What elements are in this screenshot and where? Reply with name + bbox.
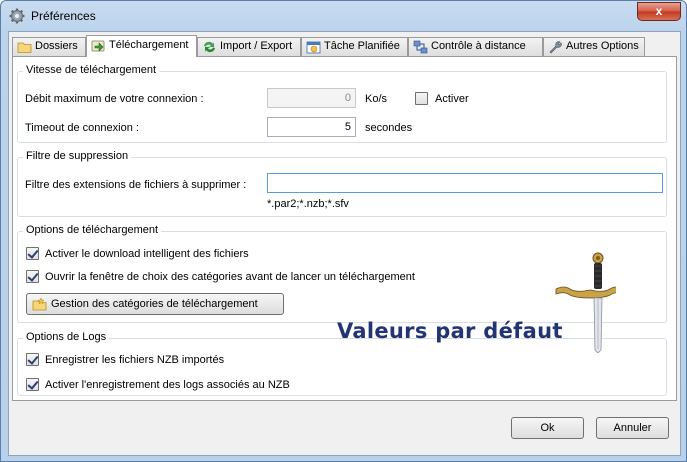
manage-categories-label: Gestion des catégories de téléchargement [51,298,258,310]
calendar-icon [306,41,321,54]
import-export-icon [204,41,215,53]
max-speed-input[interactable] [267,88,356,108]
tab-label: Tâche Planifiée [324,40,400,52]
timeout-label: Timeout de connexion : [25,122,139,134]
dialog-client-area: Dossiers Téléchargement Import / Export [8,31,681,456]
filter-group: Filtre de suppression Filtre des extensi… [17,150,667,217]
tab-dossiers[interactable]: Dossiers [12,37,86,56]
close-button[interactable]: x [637,2,681,21]
tab-label: Import / Export [220,40,293,52]
tab-import-export[interactable]: Import / Export [197,37,301,56]
network-icon [413,40,428,54]
preferences-window: Préférences x Dossiers Téléchargement Im… [0,0,687,462]
timeout-unit: secondes [365,122,413,134]
default-values-caption: Valeurs par défaut [337,319,563,343]
group-title: Vitesse de téléchargement [23,64,160,76]
tab-label: Contrôle à distance [431,40,526,52]
tab-autres-options[interactable]: Autres Options [543,37,645,56]
manage-categories-button[interactable]: Gestion des catégories de téléchargement [26,293,284,315]
group-title: Options de téléchargement [23,224,162,236]
cancel-button[interactable]: Annuler [596,417,669,439]
filter-label: Filtre des extensions de fichiers à supp… [25,179,247,191]
activate-checkbox[interactable] [415,92,428,105]
group-title: Options de Logs [23,331,110,343]
smart-download-label: Activer le download intelligent des fich… [45,248,249,260]
sword-icon [555,252,616,353]
title-bar[interactable]: Préférences x [1,1,686,31]
wrench-icon [549,41,562,54]
tab-label: Dossiers [35,40,78,52]
download-icon [91,40,105,52]
speed-group: Vitesse de téléchargement Débit maximum … [17,64,667,143]
group-title: Filtre de suppression [23,150,132,162]
enable-logs-label: Activer l'enregistrement des logs associ… [45,379,290,391]
settings-gear-icon [9,8,25,24]
max-speed-label: Débit maximum de votre connexion : [25,93,204,105]
folder-icon [17,42,32,53]
tab-label: Autres Options [566,40,639,52]
ok-button[interactable]: Ok [511,417,584,439]
category-dialog-label: Ouvrir la fenêtre de choix des catégorie… [45,271,415,283]
tab-tache-planifiee[interactable]: Tâche Planifiée [301,37,408,56]
save-nzb-label: Enregistrer les fichiers NZB importés [45,354,225,366]
save-nzb-checkbox[interactable] [26,353,39,366]
tab-label: Téléchargement [109,39,189,51]
smart-download-checkbox[interactable] [26,247,39,260]
window-title: Préférences [31,9,96,23]
activate-label: Activer [435,93,469,105]
max-speed-unit: Ko/s [365,93,388,105]
tab-telechargement[interactable]: Téléchargement [86,35,197,57]
tab-controle-a-distance[interactable]: Contrôle à distance [408,37,543,56]
categories-folder-icon [32,297,47,311]
filter-hint: *.par2;*.nzb;*.sfv [267,198,349,210]
enable-logs-checkbox[interactable] [26,378,39,391]
category-dialog-checkbox[interactable] [26,270,39,283]
filter-extensions-input[interactable] [267,173,663,193]
timeout-input[interactable] [267,117,356,137]
